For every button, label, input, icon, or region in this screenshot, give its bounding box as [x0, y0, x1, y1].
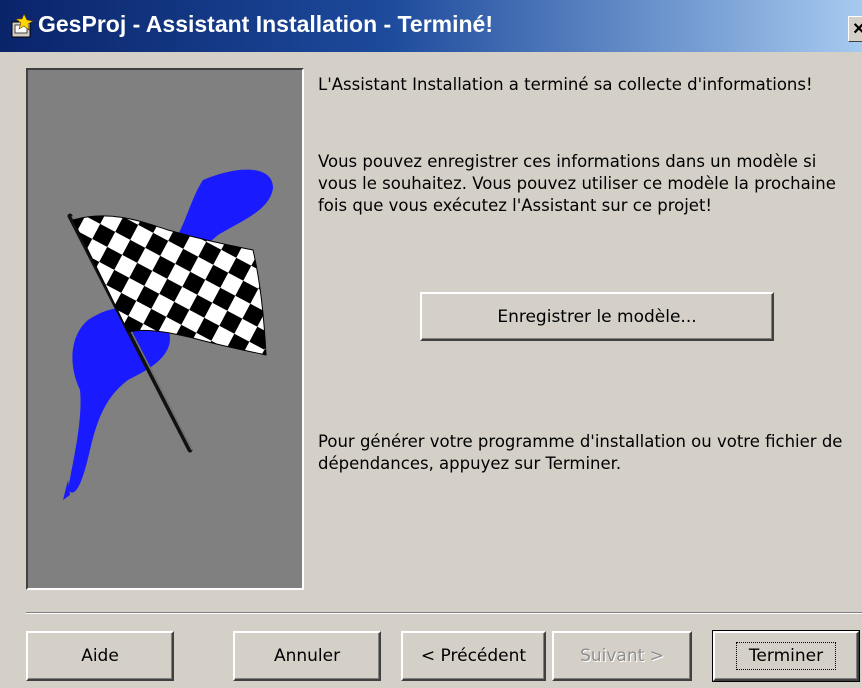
finish-label: Terminer — [735, 642, 837, 670]
template-info-text: Vous pouvez enregistrer ces informations… — [318, 152, 836, 215]
app-icon — [10, 13, 34, 39]
close-icon: × — [853, 18, 862, 40]
wizard-image-panel — [26, 68, 304, 590]
previous-button[interactable]: < Précédent — [401, 631, 546, 681]
cancel-button[interactable]: Annuler — [233, 631, 381, 681]
checkered-flag-icon — [63, 169, 273, 500]
title-bar[interactable]: GesProj - Assistant Installation - Termi… — [0, 0, 862, 52]
finish-button[interactable]: Terminer — [712, 630, 860, 682]
cancel-label: Annuler — [273, 646, 341, 666]
window-title: GesProj - Assistant Installation - Termi… — [38, 11, 493, 37]
next-label: Suivant > — [580, 646, 664, 666]
previous-label: < Précédent — [420, 646, 527, 666]
completion-message: L'Assistant Installation a terminé sa co… — [318, 75, 813, 94]
next-button[interactable]: Suivant > — [552, 631, 692, 681]
help-label: Aide — [81, 646, 119, 666]
save-template-label: Enregistrer le modèle... — [497, 306, 697, 327]
finish-instructions: Pour générer votre programme d'installat… — [318, 432, 843, 473]
separator — [26, 612, 862, 614]
help-button[interactable]: Aide — [26, 631, 174, 681]
save-template-button[interactable]: Enregistrer le modèle... — [420, 292, 774, 341]
close-button[interactable]: × — [848, 16, 862, 42]
